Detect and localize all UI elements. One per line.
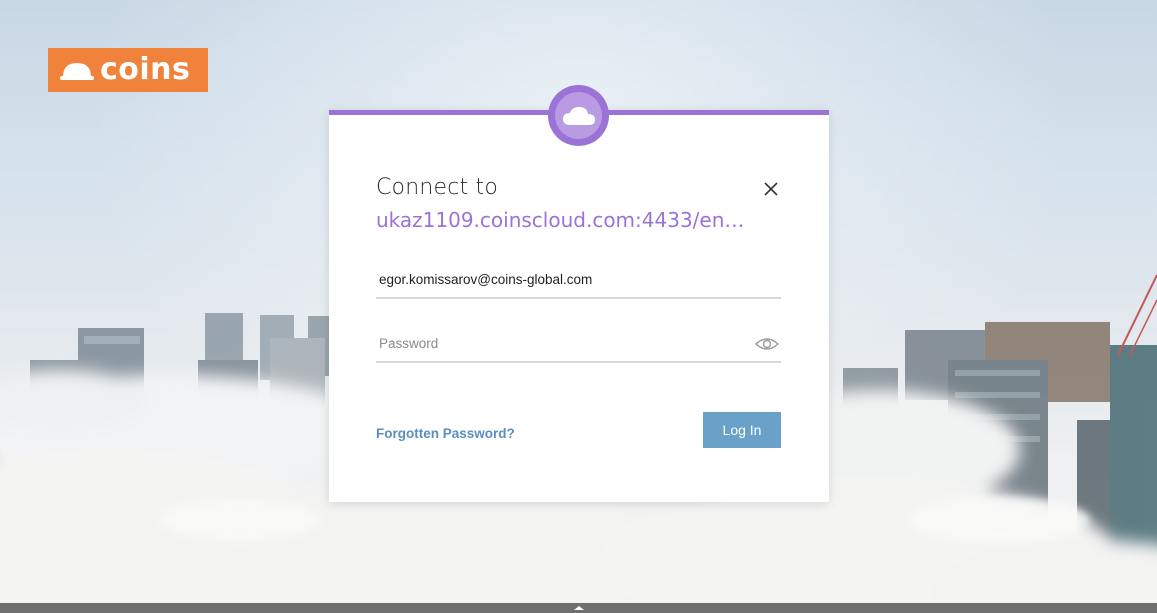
email-field[interactable] <box>376 261 781 297</box>
chevron-up-icon[interactable] <box>573 605 585 611</box>
logo-text: coins <box>100 52 191 87</box>
cloud-badge-inner <box>555 92 602 139</box>
forgot-password-link[interactable]: Forgotten Password? <box>376 426 515 441</box>
password-field[interactable] <box>376 325 781 361</box>
connect-label: Connect to <box>376 175 499 200</box>
login-dialog: Connect to ukaz1109.coinscloud.com:4433/… <box>329 110 829 502</box>
eye-icon[interactable] <box>755 335 779 353</box>
login-button[interactable]: Log In <box>703 412 781 448</box>
password-field-wrapper <box>376 325 781 363</box>
cloud-badge <box>548 85 609 146</box>
coins-logo: coins <box>48 48 208 92</box>
server-url: ukaz1109.coinscloud.com:4433/en… <box>376 208 745 232</box>
email-field-wrapper <box>376 261 781 299</box>
hardhat-icon <box>60 63 94 80</box>
close-icon <box>764 182 778 196</box>
close-button[interactable] <box>761 179 781 199</box>
cloud-icon <box>562 106 595 125</box>
